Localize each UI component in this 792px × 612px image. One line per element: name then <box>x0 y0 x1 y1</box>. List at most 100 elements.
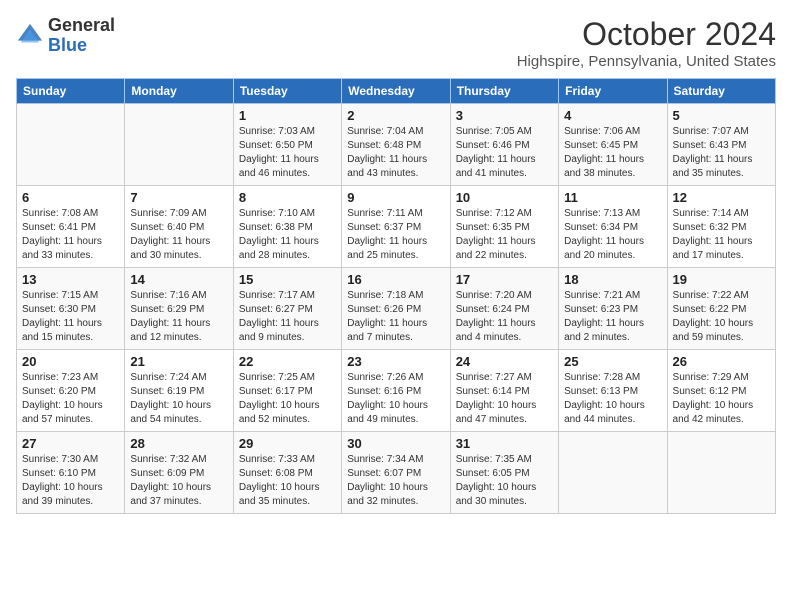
day-info: Sunrise: 7:16 AMSunset: 6:29 PMDaylight:… <box>130 289 227 345</box>
day-info: Sunrise: 7:27 AMSunset: 6:14 PMDaylight:… <box>456 371 553 427</box>
day-number: 20 <box>22 354 119 369</box>
day-info: Sunrise: 7:25 AMSunset: 6:17 PMDaylight:… <box>239 371 336 427</box>
day-header-wednesday: Wednesday <box>342 79 450 104</box>
calendar-cell: 11 Sunrise: 7:13 AMSunset: 6:34 PMDayligh… <box>559 186 667 268</box>
calendar-week-row: 20 Sunrise: 7:23 AMSunset: 6:20 PMDayligh… <box>17 350 776 432</box>
calendar-cell: 16 Sunrise: 7:18 AMSunset: 6:26 PMDayligh… <box>342 268 450 350</box>
day-info: Sunrise: 7:06 AMSunset: 6:45 PMDaylight:… <box>564 125 661 181</box>
calendar-week-row: 13Sunrise: 7:15 AMSunset: 6:30 PMDayligh… <box>17 268 776 350</box>
day-number: 28 <box>130 436 227 451</box>
day-info: Sunrise: 7:17 AMSunset: 6:27 PMDaylight:… <box>239 289 336 345</box>
calendar-cell: 9 Sunrise: 7:11 AMSunset: 6:37 PMDaylight… <box>342 186 450 268</box>
day-header-thursday: Thursday <box>450 79 558 104</box>
calendar-cell: 17 Sunrise: 7:20 AMSunset: 6:24 PMDayligh… <box>450 268 558 350</box>
day-header-monday: Monday <box>125 79 233 104</box>
calendar-cell: 21Sunrise: 7:24 AMSunset: 6:19 PMDayligh… <box>125 350 233 432</box>
day-number: 22 <box>239 354 336 369</box>
day-info: Sunrise: 7:13 AMSunset: 6:34 PMDaylight:… <box>564 207 661 263</box>
day-number: 5 <box>673 108 770 123</box>
day-number: 25 <box>564 354 661 369</box>
calendar-cell: 4 Sunrise: 7:06 AMSunset: 6:45 PMDaylight… <box>559 104 667 186</box>
calendar-cell: 22 Sunrise: 7:25 AMSunset: 6:17 PMDayligh… <box>233 350 341 432</box>
calendar-cell: 23 Sunrise: 7:26 AMSunset: 6:16 PMDayligh… <box>342 350 450 432</box>
day-info: Sunrise: 7:35 AMSunset: 6:05 PMDaylight:… <box>456 453 553 509</box>
day-info: Sunrise: 7:32 AMSunset: 6:09 PMDaylight:… <box>130 453 227 509</box>
calendar-cell: 6 Sunrise: 7:08 AMSunset: 6:41 PMDaylight… <box>17 186 125 268</box>
day-info: Sunrise: 7:22 AMSunset: 6:22 PMDaylight:… <box>673 289 770 345</box>
calendar-cell: 14 Sunrise: 7:16 AMSunset: 6:29 PMDayligh… <box>125 268 233 350</box>
calendar-cell: 30Sunrise: 7:34 AMSunset: 6:07 PMDayligh… <box>342 432 450 514</box>
calendar-header-row: SundayMondayTuesdayWednesdayThursdayFrid… <box>17 79 776 104</box>
day-info: Sunrise: 7:33 AMSunset: 6:08 PMDaylight:… <box>239 453 336 509</box>
day-info: Sunrise: 7:04 AMSunset: 6:48 PMDaylight:… <box>347 125 444 181</box>
day-info: Sunrise: 7:14 AMSunset: 6:32 PMDaylight:… <box>673 207 770 263</box>
calendar-cell: 24 Sunrise: 7:27 AMSunset: 6:14 PMDayligh… <box>450 350 558 432</box>
day-info: Sunrise: 7:20 AMSunset: 6:24 PMDaylight:… <box>456 289 553 345</box>
day-info: Sunrise: 7:12 AMSunset: 6:35 PMDaylight:… <box>456 207 553 263</box>
day-info: Sunrise: 7:23 AMSunset: 6:20 PMDaylight:… <box>22 371 119 427</box>
calendar-cell: 12 Sunrise: 7:14 AMSunset: 6:32 PMDayligh… <box>667 186 775 268</box>
day-info: Sunrise: 7:29 AMSunset: 6:12 PMDaylight:… <box>673 371 770 427</box>
day-number: 2 <box>347 108 444 123</box>
day-number: 11 <box>564 190 661 205</box>
day-info: Sunrise: 7:18 AMSunset: 6:26 PMDaylight:… <box>347 289 444 345</box>
day-info: Sunrise: 7:07 AMSunset: 6:43 PMDaylight:… <box>673 125 770 181</box>
day-info: Sunrise: 7:09 AMSunset: 6:40 PMDaylight:… <box>130 207 227 263</box>
calendar-cell: 7 Sunrise: 7:09 AMSunset: 6:40 PMDaylight… <box>125 186 233 268</box>
calendar-week-row: 27Sunrise: 7:30 AMSunset: 6:10 PMDayligh… <box>17 432 776 514</box>
day-header-tuesday: Tuesday <box>233 79 341 104</box>
day-info: Sunrise: 7:05 AMSunset: 6:46 PMDaylight:… <box>456 125 553 181</box>
day-number: 8 <box>239 190 336 205</box>
day-number: 17 <box>456 272 553 287</box>
day-number: 4 <box>564 108 661 123</box>
calendar-cell: 29 Sunrise: 7:33 AMSunset: 6:08 PMDayligh… <box>233 432 341 514</box>
day-number: 19 <box>673 272 770 287</box>
calendar-cell: 10 Sunrise: 7:12 AMSunset: 6:35 PMDayligh… <box>450 186 558 268</box>
calendar-cell: 19 Sunrise: 7:22 AMSunset: 6:22 PMDayligh… <box>667 268 775 350</box>
day-number: 10 <box>456 190 553 205</box>
calendar-cell: 1 Sunrise: 7:03 AMSunset: 6:50 PMDaylight… <box>233 104 341 186</box>
day-number: 13 <box>22 272 119 287</box>
day-number: 6 <box>22 190 119 205</box>
location-title: Highspire, Pennsylvania, United States <box>517 53 776 70</box>
day-number: 24 <box>456 354 553 369</box>
day-info: Sunrise: 7:11 AMSunset: 6:37 PMDaylight:… <box>347 207 444 263</box>
day-info: Sunrise: 7:10 AMSunset: 6:38 PMDaylight:… <box>239 207 336 263</box>
day-number: 9 <box>347 190 444 205</box>
day-header-saturday: Saturday <box>667 79 775 104</box>
logo-blue-text: Blue <box>48 35 87 55</box>
day-header-sunday: Sunday <box>17 79 125 104</box>
calendar-cell <box>559 432 667 514</box>
day-number: 7 <box>130 190 227 205</box>
day-number: 23 <box>347 354 444 369</box>
calendar-cell: 2 Sunrise: 7:04 AMSunset: 6:48 PMDaylight… <box>342 104 450 186</box>
day-number: 16 <box>347 272 444 287</box>
calendar-cell: 15 Sunrise: 7:17 AMSunset: 6:27 PMDayligh… <box>233 268 341 350</box>
day-info: Sunrise: 7:26 AMSunset: 6:16 PMDaylight:… <box>347 371 444 427</box>
day-number: 29 <box>239 436 336 451</box>
calendar-cell: 25Sunrise: 7:28 AMSunset: 6:13 PMDayligh… <box>559 350 667 432</box>
calendar-cell: 5 Sunrise: 7:07 AMSunset: 6:43 PMDaylight… <box>667 104 775 186</box>
calendar-week-row: 1 Sunrise: 7:03 AMSunset: 6:50 PMDaylight… <box>17 104 776 186</box>
day-info: Sunrise: 7:03 AMSunset: 6:50 PMDaylight:… <box>239 125 336 181</box>
day-number: 26 <box>673 354 770 369</box>
day-number: 14 <box>130 272 227 287</box>
calendar-cell <box>125 104 233 186</box>
calendar-week-row: 6 Sunrise: 7:08 AMSunset: 6:41 PMDaylight… <box>17 186 776 268</box>
day-number: 3 <box>456 108 553 123</box>
title-block: October 2024 Highspire, Pennsylvania, Un… <box>517 16 776 70</box>
day-info: Sunrise: 7:30 AMSunset: 6:10 PMDaylight:… <box>22 453 119 509</box>
calendar-cell: 28 Sunrise: 7:32 AMSunset: 6:09 PMDayligh… <box>125 432 233 514</box>
calendar-cell <box>667 432 775 514</box>
day-info: Sunrise: 7:24 AMSunset: 6:19 PMDaylight:… <box>130 371 227 427</box>
calendar-cell <box>17 104 125 186</box>
day-number: 15 <box>239 272 336 287</box>
day-header-friday: Friday <box>559 79 667 104</box>
day-info: Sunrise: 7:08 AMSunset: 6:41 PMDaylight:… <box>22 207 119 263</box>
day-number: 1 <box>239 108 336 123</box>
logo: General Blue <box>16 16 115 56</box>
calendar-table: SundayMondayTuesdayWednesdayThursdayFrid… <box>16 78 776 514</box>
calendar-cell: 18Sunrise: 7:21 AMSunset: 6:23 PMDayligh… <box>559 268 667 350</box>
day-number: 12 <box>673 190 770 205</box>
day-info: Sunrise: 7:21 AMSunset: 6:23 PMDaylight:… <box>564 289 661 345</box>
